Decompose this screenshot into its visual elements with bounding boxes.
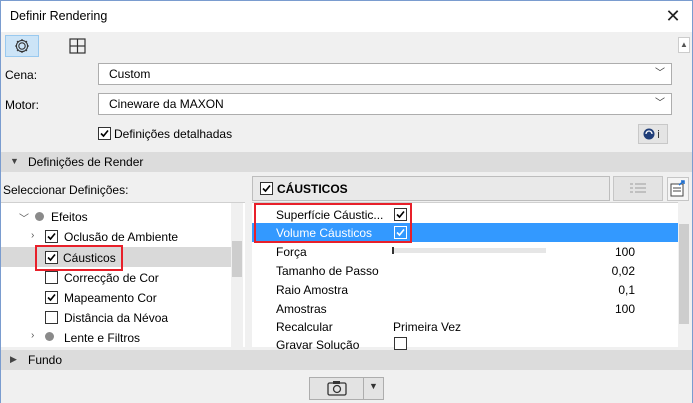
tree-item-effects[interactable]: ﹀ Efeitos (1, 207, 241, 227)
prop-value[interactable]: Primeira Vez (393, 320, 461, 334)
color-correction-checkbox[interactable] (45, 271, 58, 284)
caret-down-icon[interactable]: ▼ (369, 381, 378, 391)
group-dot-icon (45, 332, 54, 341)
prop-name: Raio Amostra (276, 283, 349, 297)
prop-value[interactable]: 100 (615, 245, 635, 259)
save-solution-checkbox[interactable] (394, 337, 407, 350)
background-section[interactable]: ▶ Fundo (1, 350, 692, 370)
render-button-divider (363, 378, 364, 399)
triangle-right-icon: ▶ (10, 354, 17, 364)
list-icon (630, 183, 646, 193)
prop-step-size[interactable]: Tamanho de Passo 0,02 (252, 261, 681, 280)
chevron-down-icon: ﹀ (655, 98, 665, 109)
gear-icon (15, 39, 29, 53)
chevron-right-icon: › (31, 230, 35, 241)
scene-value: Custom (109, 67, 151, 81)
camera-icon (327, 381, 347, 396)
tree-item-label: Distância da Névoa (64, 311, 169, 325)
svg-text:i: i (657, 128, 660, 141)
tree-item-label: Correcção de Cor (64, 271, 159, 285)
triangle-down-icon: ▼ (10, 156, 19, 166)
export-icon (670, 180, 685, 197)
prop-value[interactable]: 0,02 (612, 264, 635, 278)
grid-icon (69, 38, 86, 54)
scene-dropdown[interactable]: Custom ﹀ (98, 63, 672, 85)
engine-dropdown[interactable]: Cineware da MAXON ﹀ (98, 93, 672, 115)
tree-scrollbar-thumb[interactable] (232, 241, 242, 277)
fog-distance-checkbox[interactable] (45, 311, 58, 324)
background-section-title: Fundo (28, 353, 63, 367)
strength-slider[interactable] (392, 247, 546, 254)
tree-item-label: Efeitos (51, 210, 88, 224)
export-button[interactable] (667, 177, 689, 201)
engine-value: Cineware da MAXON (109, 97, 224, 111)
tree-item-color-mapping[interactable]: Mapeamento Cor (1, 287, 241, 307)
settings-tab[interactable] (5, 35, 39, 57)
group-dot-icon (35, 212, 44, 221)
properties-scrollbar[interactable] (678, 202, 690, 347)
size-tab[interactable] (61, 35, 95, 57)
caustics-panel-checkbox[interactable] (260, 182, 273, 195)
chevron-down-icon: ﹀ (19, 214, 29, 225)
tree-item-label: Oclusão de Ambiente (64, 230, 179, 244)
title-bar: Definir Rendering ✕ (1, 1, 692, 32)
prop-name: Amostras (276, 302, 327, 316)
tree-item-fog-distance[interactable]: Distância da Névoa (1, 307, 241, 327)
prop-name: Recalcular (276, 320, 333, 334)
tree-item-label: Lente e Filtros (64, 331, 141, 345)
scene-label: Cena: (5, 68, 38, 82)
color-mapping-checkbox[interactable] (45, 291, 58, 304)
prop-recalculate[interactable]: Recalcular Primeira Vez (252, 317, 681, 336)
ambient-occlusion-checkbox[interactable] (45, 230, 58, 243)
list-view-button[interactable] (613, 176, 663, 201)
render-settings-title: Definições de Render (28, 155, 144, 169)
render-button[interactable]: ▼ (309, 377, 384, 400)
panel-title: CÁUSTICOS (277, 182, 348, 196)
prop-name: Tamanho de Passo (276, 264, 379, 278)
prop-sample-radius[interactable]: Raio Amostra 0,1 (252, 280, 681, 299)
select-settings-label: Seleccionar Definições: (3, 183, 129, 197)
prop-strength[interactable]: Força 100 (252, 242, 681, 261)
settings-tree: ﹀ Efeitos › Oclusão de Ambiente Cáustico… (1, 202, 245, 347)
render-settings-window: Definir Rendering ✕ ▲ Cena: Custom ﹀ Mot… (0, 0, 693, 403)
tree-scrollbar[interactable] (231, 203, 243, 347)
engine-label: Motor: (5, 98, 40, 112)
tree-item-label: Mapeamento Cor (64, 291, 157, 305)
detailed-settings-checkbox[interactable] (98, 127, 111, 140)
cinema4d-info-icon: i (643, 128, 660, 141)
prop-value[interactable]: 100 (615, 302, 635, 316)
chevron-right-icon: › (31, 330, 35, 341)
detailed-settings-label: Definições detalhadas (114, 127, 233, 141)
highlight-caustics-props (254, 203, 412, 243)
properties-scrollbar-thumb[interactable] (679, 224, 689, 324)
toolbar-scroll-up[interactable]: ▲ (678, 37, 690, 53)
prop-samples[interactable]: Amostras 100 (252, 299, 681, 318)
chevron-down-icon: ﹀ (655, 68, 665, 79)
window-title: Definir Rendering (10, 9, 108, 23)
strength-slider-handle[interactable] (392, 247, 394, 254)
engine-info-button[interactable]: i (638, 124, 668, 144)
highlight-caustics-tree (35, 245, 123, 271)
toolbar: ▲ (1, 32, 692, 59)
close-icon[interactable]: ✕ (658, 5, 688, 27)
prop-name: Força (276, 245, 307, 259)
prop-value[interactable]: 0,1 (618, 283, 635, 297)
tree-item-ambient-occlusion[interactable]: › Oclusão de Ambiente (1, 227, 241, 247)
tree-item-lens-filters[interactable]: › Lente e Filtros (1, 327, 241, 347)
render-settings-section[interactable]: ▼ Definições de Render (1, 152, 692, 172)
